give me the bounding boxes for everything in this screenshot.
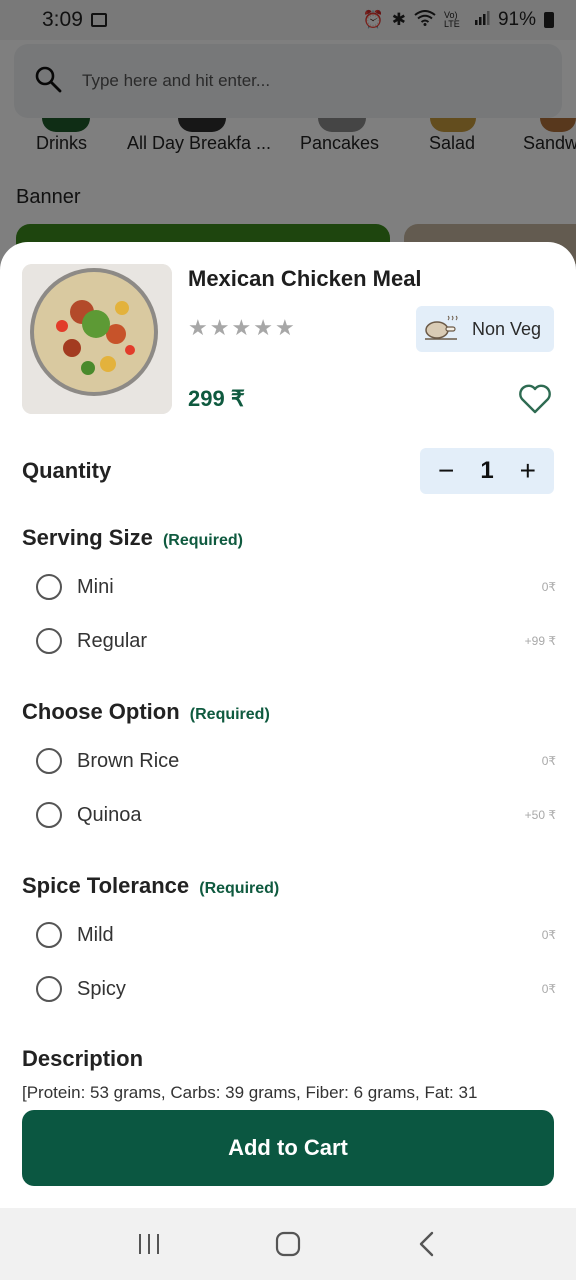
option-price: +99 ₹ [524, 634, 556, 648]
quantity-stepper: − 1 + [420, 448, 554, 494]
recents-icon[interactable] [129, 1224, 169, 1264]
radio-button[interactable] [36, 976, 62, 1002]
description-text: [Protein: 53 grams, Carbs: 39 grams, Fib… [22, 1083, 478, 1102]
option-label: Mini [77, 575, 114, 598]
star-icon: ★ [231, 315, 252, 340]
heart-icon[interactable] [518, 384, 552, 414]
section-spice-tolerance: Spice Tolerance (Required) [22, 873, 279, 899]
option-label: Spicy [77, 977, 126, 1000]
star-icon: ★ [253, 315, 273, 340]
section-choose-option: Choose Option (Required) [22, 699, 270, 725]
product-bottom-sheet: Mexican Chicken Meal ★ ★ ★ ★ ★ Non Veg 2… [0, 242, 576, 1208]
quantity-value: 1 [480, 457, 494, 484]
required-tag: (Required) [189, 706, 270, 723]
radio-button[interactable] [36, 748, 62, 774]
section-title: Choose Option [22, 699, 180, 724]
option-label: Regular [77, 629, 148, 652]
product-title: Mexican Chicken Meal [188, 266, 422, 291]
option-mini[interactable]: Mini 0₹ [36, 570, 556, 604]
product-image [22, 264, 172, 414]
section-serving-size: Serving Size (Required) [22, 525, 243, 551]
option-mild[interactable]: Mild 0₹ [36, 918, 556, 952]
system-nav-bar [0, 1208, 576, 1280]
option-price: +50 ₹ [524, 808, 556, 822]
radio-button[interactable] [36, 802, 62, 828]
star-icon: ★ [188, 315, 208, 340]
option-price: 0₹ [541, 580, 556, 594]
required-tag: (Required) [199, 880, 280, 897]
option-price: 0₹ [541, 928, 556, 942]
home-icon[interactable] [268, 1224, 308, 1264]
required-tag: (Required) [162, 532, 243, 549]
option-regular[interactable]: Regular +99 ₹ [36, 624, 556, 658]
diet-badge: Non Veg [416, 306, 554, 352]
radio-button[interactable] [36, 574, 62, 600]
product-price: 299 ₹ [188, 386, 245, 411]
section-title: Spice Tolerance [22, 873, 190, 898]
option-label: Mild [77, 923, 114, 946]
increase-quantity-button[interactable]: + [520, 457, 536, 485]
option-label: Quinoa [77, 803, 142, 826]
option-price: 0₹ [541, 754, 556, 768]
option-label: Brown Rice [77, 749, 180, 772]
add-to-cart-button[interactable]: Add to Cart [22, 1110, 554, 1186]
option-spicy[interactable]: Spicy 0₹ [36, 972, 556, 1006]
option-price: 0₹ [541, 982, 556, 996]
star-icon: ★ [209, 315, 230, 340]
quantity-label: Quantity [22, 458, 112, 483]
diet-label: Non Veg [472, 318, 542, 339]
option-quinoa[interactable]: Quinoa +50 ₹ [36, 798, 556, 832]
option-brown-rice[interactable]: Brown Rice 0₹ [36, 744, 556, 778]
decrease-quantity-button[interactable]: − [438, 457, 454, 485]
section-title: Serving Size [22, 525, 153, 550]
star-icon: ★ [274, 315, 295, 340]
chicken-leg-icon [424, 313, 458, 346]
radio-button[interactable] [36, 922, 62, 948]
description-title: Description [22, 1046, 144, 1071]
back-icon[interactable] [407, 1224, 447, 1264]
radio-button[interactable] [36, 628, 62, 654]
rating-stars: ★ ★ ★ ★ ★ [188, 316, 295, 340]
